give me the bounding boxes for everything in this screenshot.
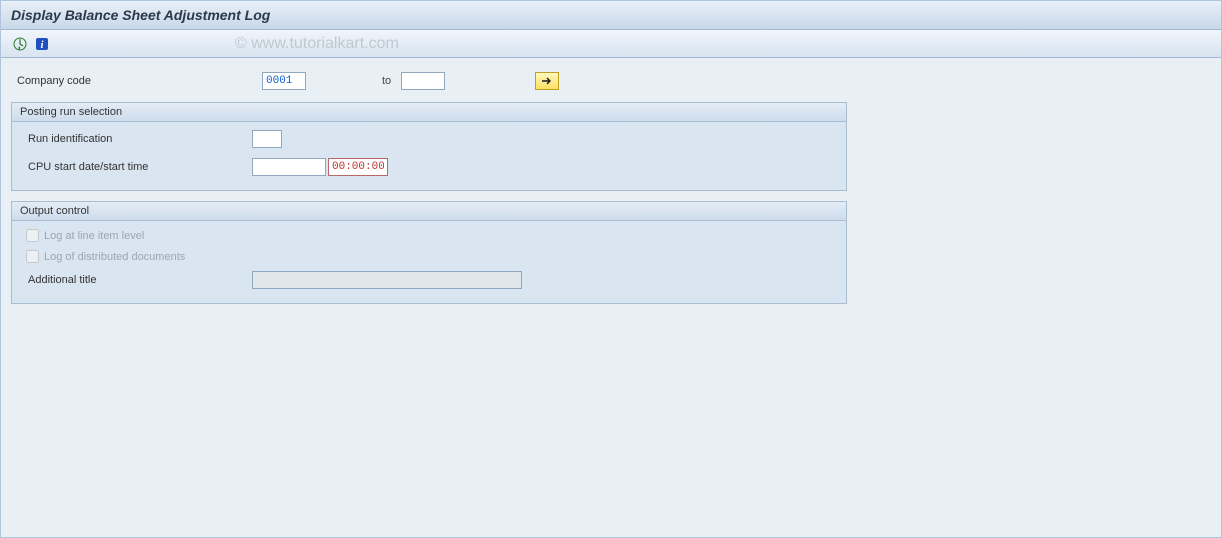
toolbar: i © www.tutorialkart.com [1, 30, 1221, 58]
log-distributed-checkbox [26, 250, 39, 263]
log-distributed-row: Log of distributed documents [16, 248, 842, 265]
company-code-row: Company code to [11, 70, 1211, 92]
company-code-label: Company code [17, 75, 262, 87]
run-identification-input[interactable] [252, 130, 282, 148]
cpu-start-label: CPU start date/start time [22, 161, 252, 173]
cpu-start-date-input[interactable] [252, 158, 326, 176]
additional-title-label: Additional title [22, 274, 252, 286]
arrow-right-icon [541, 76, 553, 86]
additional-title-row: Additional title [16, 269, 842, 291]
log-line-item-row: Log at line item level [16, 227, 842, 244]
title-bar: Display Balance Sheet Adjustment Log [1, 1, 1221, 30]
cpu-start-row: CPU start date/start time [16, 156, 842, 178]
run-identification-row: Run identification [16, 128, 842, 150]
log-line-item-label: Log at line item level [44, 230, 144, 242]
posting-run-header: Posting run selection [12, 103, 846, 122]
output-control-group: Output control Log at line item level Lo… [11, 201, 847, 304]
watermark-text: © www.tutorialkart.com [235, 35, 399, 53]
info-button[interactable]: i [33, 35, 51, 53]
run-identification-label: Run identification [22, 133, 252, 145]
multiple-selection-button[interactable] [535, 72, 559, 90]
company-code-to-label: to [382, 75, 391, 87]
cpu-start-time-input[interactable] [328, 158, 388, 176]
company-code-to-input[interactable] [401, 72, 445, 90]
company-code-input[interactable] [262, 72, 306, 90]
execute-icon [13, 37, 27, 51]
info-icon: i [35, 37, 49, 51]
log-line-item-checkbox [26, 229, 39, 242]
additional-title-input [252, 271, 522, 289]
output-control-header: Output control [12, 202, 846, 221]
execute-button[interactable] [11, 35, 29, 53]
posting-run-group: Posting run selection Run identification… [11, 102, 847, 191]
content-area: Company code to Posting run selection Ru… [1, 58, 1221, 316]
log-distributed-label: Log of distributed documents [44, 251, 185, 263]
page-title: Display Balance Sheet Adjustment Log [11, 7, 270, 23]
